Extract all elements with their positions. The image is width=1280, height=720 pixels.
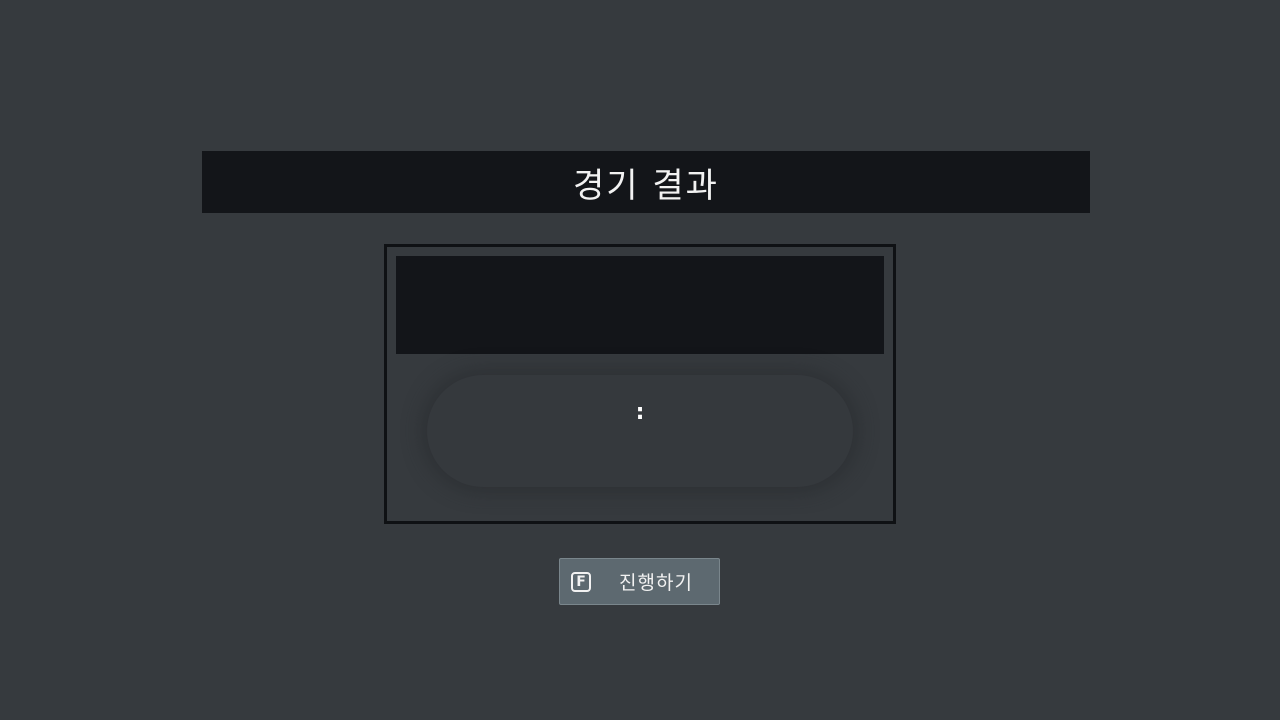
- f-key-icon: F: [571, 571, 591, 592]
- page-title: 경기 결과: [573, 165, 719, 206]
- proceed-button[interactable]: F 진행하기: [559, 558, 720, 605]
- score-separator: :: [635, 399, 645, 425]
- result-panel-header: [396, 256, 884, 354]
- key-letter: F: [576, 573, 586, 590]
- match-result-screen: 경기 결과 : F 진행하기: [0, 0, 1280, 720]
- score-area: [427, 375, 853, 487]
- proceed-button-label: 진행하기: [619, 572, 693, 594]
- title-bar: 경기 결과: [202, 151, 1090, 213]
- result-panel: :: [384, 244, 896, 524]
- score-row: :: [387, 397, 893, 427]
